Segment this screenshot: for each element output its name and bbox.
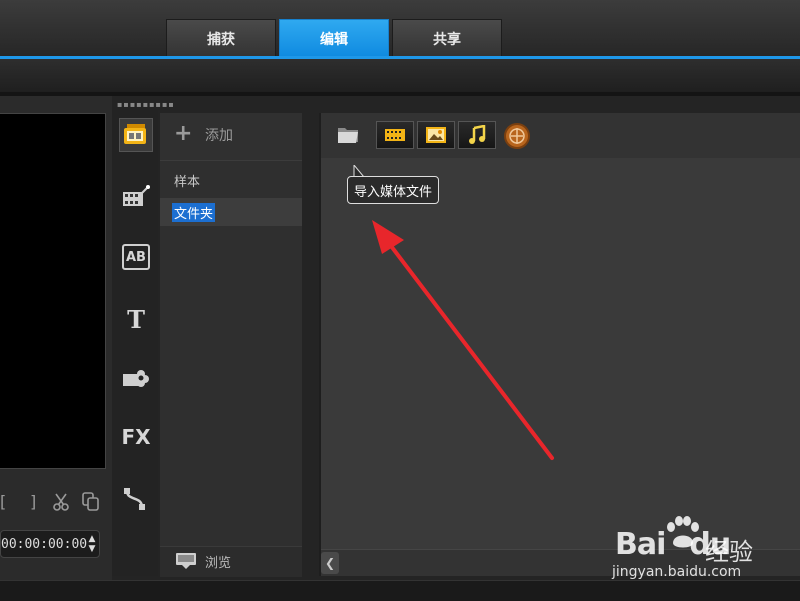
path-icon[interactable] (119, 482, 153, 516)
transition-label: AB (122, 244, 150, 270)
tree-item-folder[interactable]: 文件夹 (172, 203, 216, 222)
add-icon[interactable]: + (174, 121, 192, 146)
scroll-left-icon[interactable]: ❮ (321, 552, 339, 574)
graphic-icon[interactable] (119, 360, 153, 394)
timecode-field[interactable]: 00:00:00:00 (0, 530, 100, 558)
tab-edit[interactable]: 编辑 (279, 19, 389, 57)
watermark-cn: 经验 (705, 538, 753, 566)
photo-filter-icon[interactable] (417, 121, 455, 149)
title-icon[interactable]: T (119, 302, 153, 336)
toolbar-strip (0, 59, 800, 92)
panel-grip-icon[interactable]: ▪▪▪▪▪▪▪▪▪ (117, 100, 175, 109)
tab-share[interactable]: 共享 (392, 19, 502, 57)
annotation-arrow-icon (372, 220, 554, 460)
video-filter-icon[interactable] (376, 121, 414, 149)
tree-item-samples[interactable]: 样本 (174, 171, 200, 190)
timecode-stepper[interactable]: ▲ ▼ (86, 532, 98, 556)
preview-screen (0, 113, 106, 469)
transition-icon[interactable]: AB (119, 240, 153, 274)
filter-icon[interactable]: FX (119, 420, 153, 454)
audio-filter-icon[interactable] (458, 121, 496, 149)
import-folder-icon[interactable] (336, 123, 360, 149)
bottom-strip (0, 580, 800, 601)
browse-button[interactable]: 浏览 (205, 552, 231, 571)
stepper-up-icon[interactable]: ▲ (89, 534, 96, 544)
watermark-brand: Bai (615, 527, 666, 562)
watermark-url: jingyan.baidu.com (612, 564, 742, 580)
add-folder-button[interactable]: 添加 (205, 125, 233, 145)
sort-icon[interactable] (503, 122, 531, 154)
instant-project-icon[interactable] (119, 180, 153, 214)
browse-icon[interactable] (175, 552, 197, 570)
paw-icon (667, 516, 699, 548)
mark-in-icon[interactable]: [ (0, 492, 6, 511)
mark-out-icon[interactable]: ] (30, 492, 36, 511)
tooltip: 导入媒体文件 (347, 176, 440, 204)
stepper-down-icon[interactable]: ▼ (89, 544, 96, 554)
timecode-value: 00:00:00:00 (1, 536, 88, 552)
scissors-icon[interactable] (52, 492, 70, 516)
copy-icon[interactable] (82, 492, 100, 516)
media-icon[interactable] (119, 118, 153, 152)
tab-capture[interactable]: 捕获 (166, 19, 276, 57)
